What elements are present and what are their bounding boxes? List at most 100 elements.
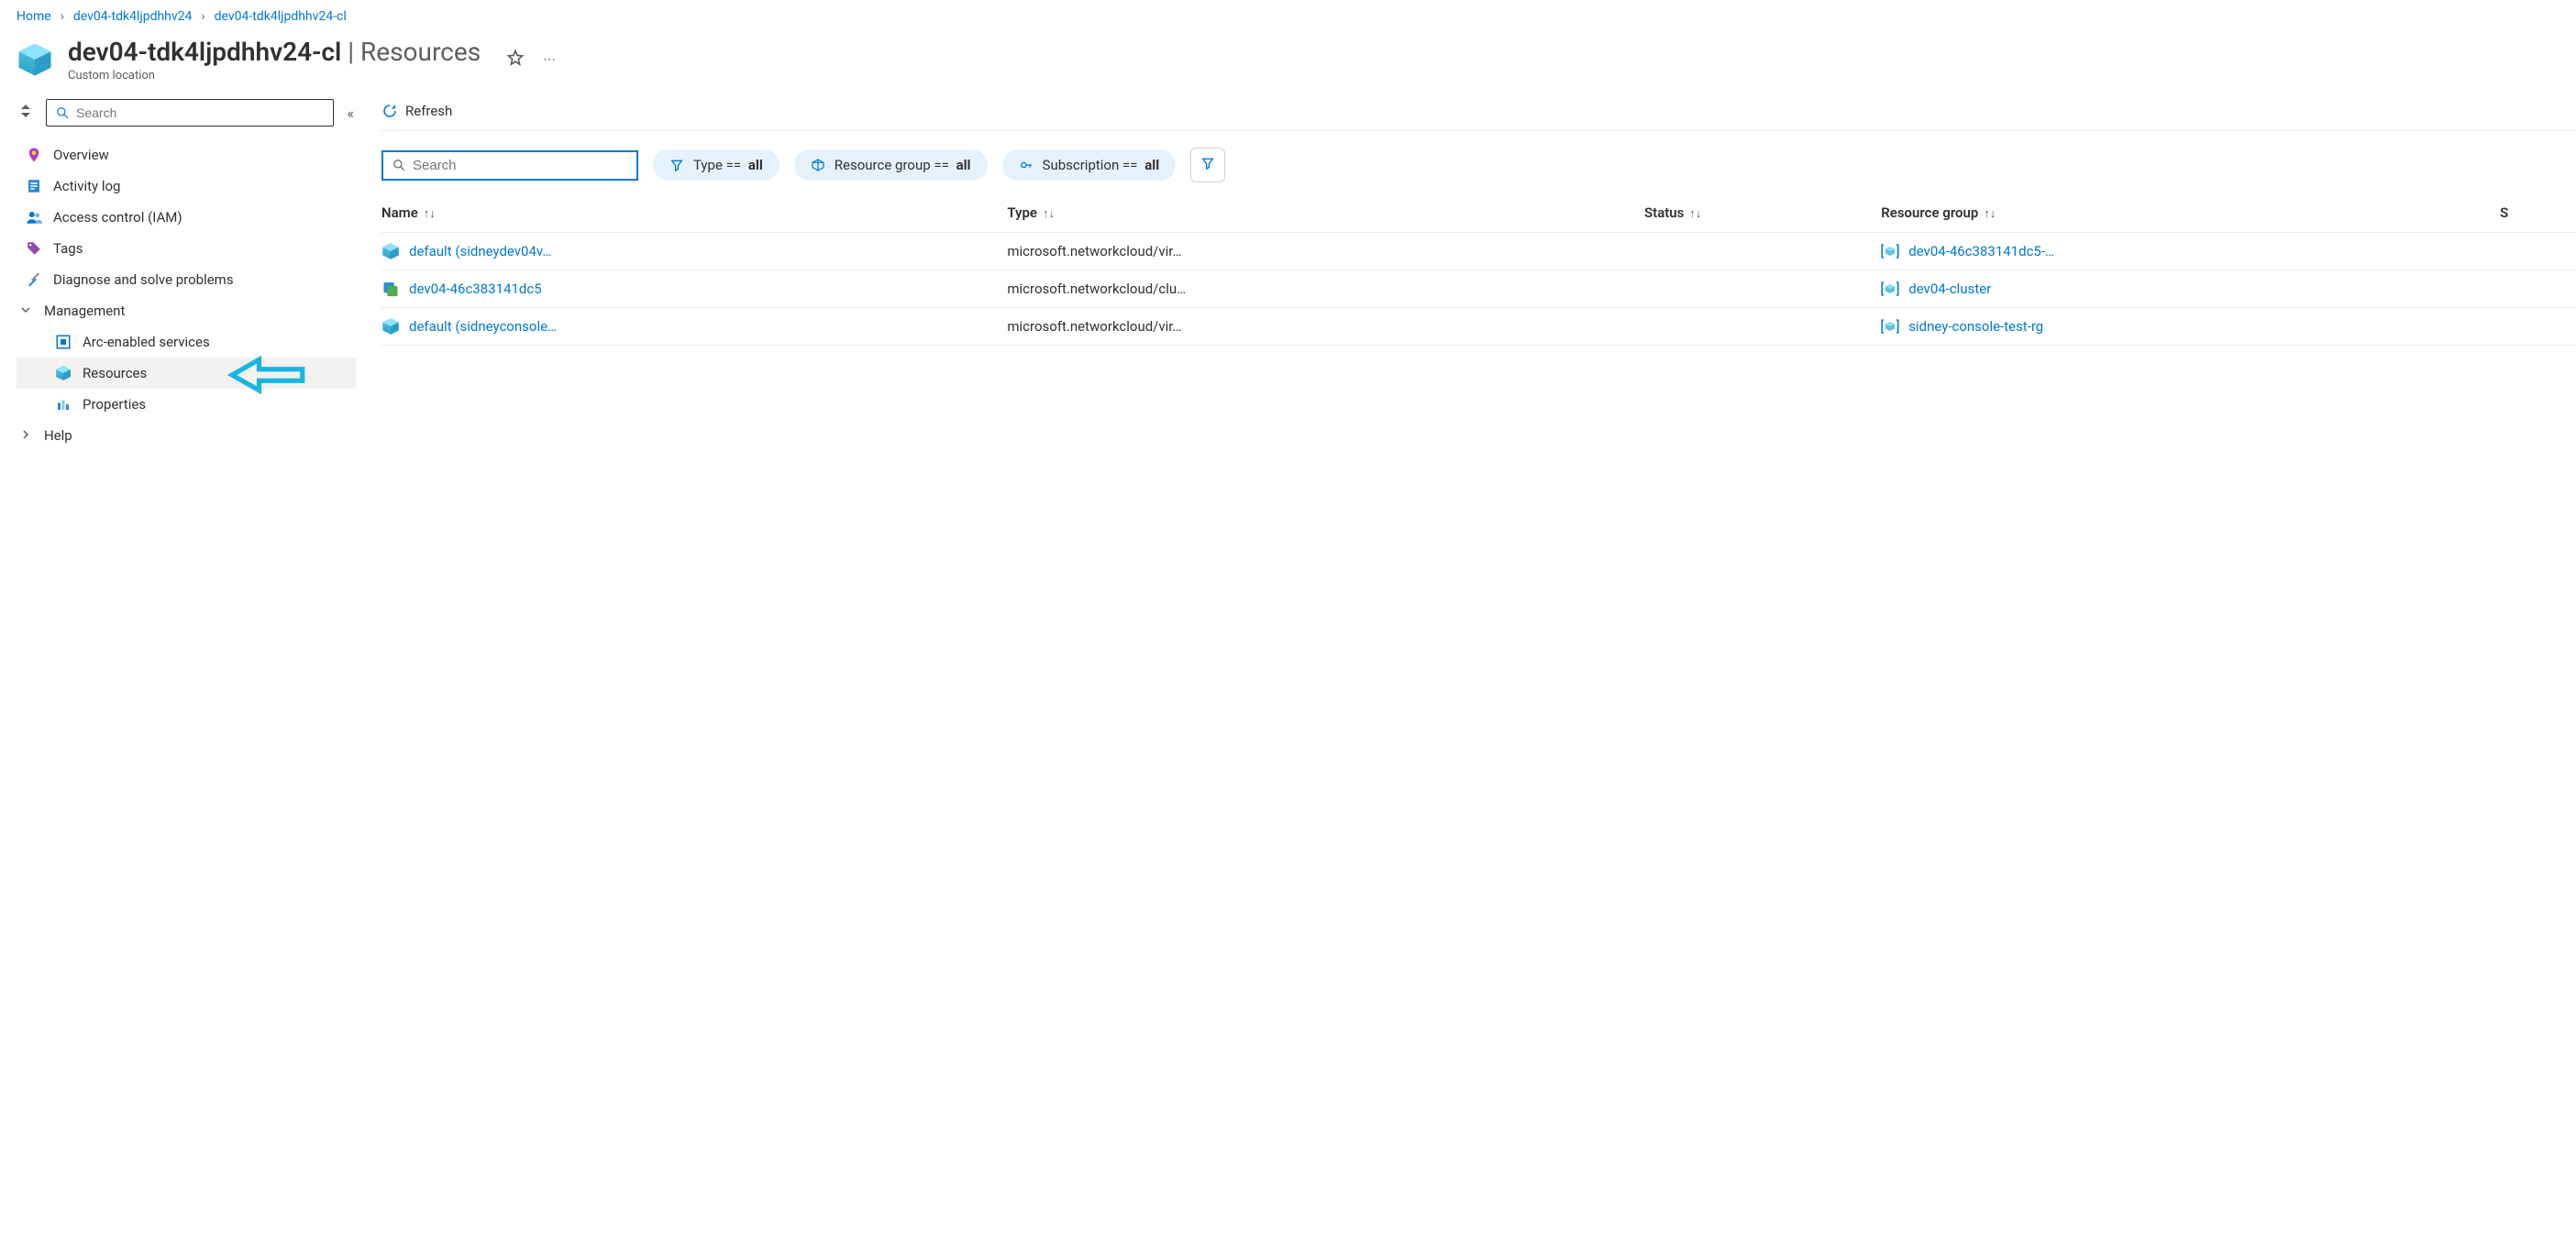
- table-row[interactable]: default (sidneyconsole… microsoft.network…: [381, 308, 2576, 346]
- breadcrumb-level1[interactable]: dev04-tdk4ljpdhhv24: [73, 9, 193, 24]
- cell-type: microsoft.networkcloud/vir…: [1007, 308, 1644, 346]
- resource-name-link[interactable]: default (sidneyconsole…: [409, 318, 557, 335]
- sidebar-section-label: Help: [44, 427, 72, 444]
- resources-table: Name↑↓ Type↑↓ Status↑↓ Resource group↑↓ …: [381, 193, 2576, 346]
- filter-search[interactable]: [381, 150, 638, 181]
- filter-icon: [669, 158, 684, 172]
- people-icon: [26, 209, 42, 226]
- log-icon: [26, 178, 42, 194]
- page-header: dev04-tdk4ljpdhhv24-cl | Resources Custo…: [17, 31, 2576, 84]
- refresh-button[interactable]: Refresh: [381, 103, 452, 119]
- sidebar-search-input[interactable]: [76, 105, 324, 120]
- sidebar-item-properties[interactable]: Properties: [17, 389, 356, 420]
- refresh-label: Refresh: [405, 103, 452, 119]
- sidebar-item-activity-log[interactable]: Activity log: [17, 171, 356, 202]
- resource-icon: [381, 317, 400, 336]
- breadcrumb-level2[interactable]: dev04-tdk4ljpdhhv24-cl: [215, 9, 347, 24]
- filter-search-input[interactable]: [413, 158, 627, 173]
- filter-bar: Type == all Resource group == all Subscr…: [381, 131, 2576, 193]
- cell-status: [1644, 233, 1881, 270]
- filter-pill-resource-group[interactable]: Resource group == all: [794, 149, 988, 181]
- resource-group-icon: [1881, 317, 1899, 336]
- resource-name-link[interactable]: dev04-46c383141dc5: [409, 281, 542, 297]
- chevron-right-icon: ›: [201, 9, 205, 24]
- sidebar-item-access-control[interactable]: Access control (IAM): [17, 202, 356, 233]
- filter-pill-subscription[interactable]: Subscription == all: [1002, 149, 1177, 181]
- favorite-button[interactable]: [506, 49, 525, 71]
- sort-icon: ↑↓: [424, 207, 436, 221]
- resource-group-link[interactable]: sidney-console-test-rg: [1908, 318, 2043, 335]
- collapse-sidebar-button[interactable]: «: [345, 101, 356, 126]
- resource-type-label: Custom location: [68, 69, 481, 83]
- sort-icon: ↑↓: [1984, 207, 1996, 221]
- filter-pill-label: Type == all: [693, 157, 763, 173]
- sidebar-item-label: Diagnose and solve problems: [53, 271, 234, 288]
- cell-subscription: [2500, 233, 2576, 270]
- sidebar-item-label: Properties: [83, 396, 146, 413]
- sidebar-section-help[interactable]: Help: [17, 420, 356, 451]
- key-icon: [1019, 158, 1034, 172]
- cell-type: microsoft.networkcloud/vir…: [1007, 233, 1644, 270]
- filter-pill-label: Subscription == all: [1043, 157, 1160, 173]
- sort-icon: ↑↓: [1689, 207, 1701, 221]
- tag-icon: [26, 240, 42, 257]
- col-status[interactable]: Status↑↓: [1644, 193, 1881, 233]
- sidebar-item-label: Overview: [53, 147, 109, 163]
- resource-name-link[interactable]: default (sidneydev04v…: [409, 243, 551, 259]
- sidebar-item-label: Resources: [83, 365, 147, 381]
- page-title: dev04-tdk4ljpdhhv24-cl | Resources: [68, 37, 481, 67]
- breadcrumb: Home › dev04-tdk4ljpdhhv24 › dev04-tdk4l…: [17, 7, 2576, 31]
- expand-collapse-all-icon[interactable]: [17, 101, 35, 125]
- cube-outline-icon: [811, 158, 825, 172]
- search-icon: [392, 159, 405, 171]
- filter-pill-label: Resource group == all: [835, 157, 971, 173]
- sidebar-search[interactable]: [46, 99, 334, 127]
- chevron-right-icon: [20, 427, 35, 444]
- col-subscription[interactable]: S: [2500, 193, 2576, 233]
- filter-icon: [1200, 156, 1215, 171]
- col-name[interactable]: Name↑↓: [381, 193, 1007, 233]
- refresh-icon: [381, 103, 398, 119]
- sidebar-item-diagnose[interactable]: Diagnose and solve problems: [17, 264, 356, 295]
- table-row[interactable]: dev04-46c383141dc5 microsoft.networkcloud…: [381, 270, 2576, 308]
- sort-icon: ↑↓: [1043, 207, 1055, 221]
- cell-subscription: [2500, 270, 2576, 308]
- resource-group-icon: [1881, 280, 1899, 298]
- bars-icon: [55, 396, 72, 413]
- add-filter-button[interactable]: [1190, 148, 1225, 182]
- col-resource-group[interactable]: Resource group↑↓: [1881, 193, 2500, 233]
- col-type[interactable]: Type↑↓: [1007, 193, 1644, 233]
- resource-group-link[interactable]: dev04-cluster: [1908, 281, 1991, 297]
- filter-pill-type[interactable]: Type == all: [653, 149, 779, 181]
- sidebar-item-label: Tags: [53, 240, 83, 257]
- chevron-down-icon: [20, 303, 35, 319]
- arc-icon: [55, 334, 72, 350]
- pin-icon: [26, 147, 42, 163]
- sidebar-item-resources[interactable]: Resources: [17, 358, 356, 389]
- resource-icon: [381, 242, 400, 260]
- toolbar: Refresh: [381, 99, 2576, 131]
- search-icon: [56, 106, 69, 119]
- sidebar-section-management[interactable]: Management: [17, 295, 356, 326]
- cell-type: microsoft.networkcloud/clu…: [1007, 270, 1644, 308]
- cube-icon: [55, 365, 72, 381]
- sidebar-item-label: Access control (IAM): [53, 209, 182, 226]
- cell-subscription: [2500, 308, 2576, 346]
- resource-group-link[interactable]: dev04-46c383141dc5-…: [1908, 243, 2054, 259]
- more-actions-button[interactable]: ⋯: [543, 52, 556, 67]
- sidebar-section-label: Management: [44, 303, 125, 319]
- tools-icon: [26, 271, 42, 288]
- sidebar-item-label: Arc-enabled services: [83, 334, 210, 350]
- custom-location-icon: [17, 41, 53, 78]
- sidebar-item-label: Activity log: [53, 178, 120, 194]
- chevron-right-icon: ›: [61, 9, 64, 24]
- sidebar: « Overview Activity log Access control (…: [17, 99, 356, 451]
- resource-group-icon: [1881, 242, 1899, 260]
- sidebar-item-overview[interactable]: Overview: [17, 139, 356, 171]
- sidebar-item-arc-enabled[interactable]: Arc-enabled services: [17, 326, 356, 358]
- cell-status: [1644, 308, 1881, 346]
- breadcrumb-home[interactable]: Home: [17, 9, 51, 24]
- main-content: Refresh Type == all Resource group == al…: [381, 99, 2576, 451]
- table-row[interactable]: default (sidneydev04v… microsoft.networkc…: [381, 233, 2576, 270]
- sidebar-item-tags[interactable]: Tags: [17, 233, 356, 264]
